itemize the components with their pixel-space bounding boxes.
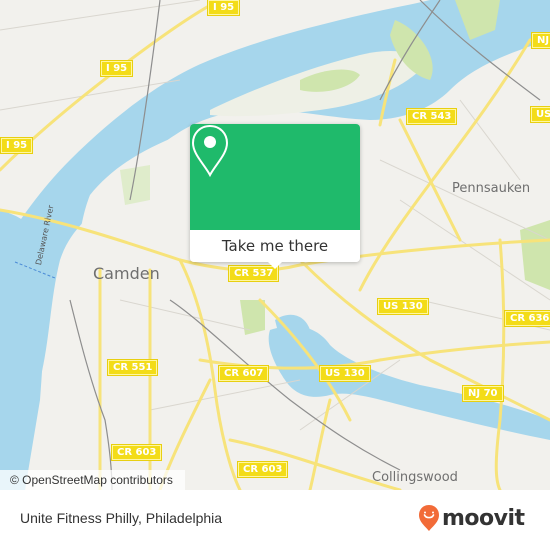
road-shield-cr543: CR 543 xyxy=(407,109,457,124)
road-shield-i95: I 95 xyxy=(208,0,240,15)
road-shield-us: US xyxy=(531,107,550,122)
road-shield-us130: US 130 xyxy=(378,299,428,314)
road-shield-us130: US 130 xyxy=(320,366,370,381)
place-label-camden: Camden xyxy=(93,264,160,283)
park xyxy=(520,220,550,290)
road-shield-nj: NJ xyxy=(532,33,550,48)
park xyxy=(240,300,265,335)
map-canvas[interactable]: I 95 I 95 I 95 CR 543 CR 537 US 130 US 1… xyxy=(0,0,550,490)
road-shield-i95: I 95 xyxy=(101,61,133,76)
road-shield-nj70: NJ 70 xyxy=(463,386,503,401)
popup-header xyxy=(190,124,360,230)
map-attribution[interactable]: © OpenStreetMap contributors xyxy=(0,470,185,490)
moovit-pin-icon xyxy=(419,505,439,531)
moovit-wordmark: moovit xyxy=(442,505,525,531)
road-shield-cr551: CR 551 xyxy=(108,360,158,375)
road-shield-cr636: CR 636 xyxy=(505,311,550,326)
road-shield-i95: I 95 xyxy=(1,138,33,153)
location-title: Unite Fitness Philly, Philadelphia xyxy=(20,510,223,526)
take-me-there-popup[interactable]: Take me there xyxy=(190,124,360,269)
road-shield-cr607: CR 607 xyxy=(219,366,269,381)
road-shield-cr603: CR 603 xyxy=(112,445,162,460)
place-label-collingswood: Collingswood xyxy=(372,470,458,485)
map-pin-icon xyxy=(191,124,229,178)
popup-tail xyxy=(267,261,283,269)
footer: Unite Fitness Philly, Philadelphia moovi… xyxy=(0,490,550,550)
moovit-logo[interactable]: moovit xyxy=(418,504,525,532)
take-me-there-button[interactable]: Take me there xyxy=(190,230,360,262)
place-label-pennsauken: Pennsauken xyxy=(452,181,531,196)
road-shield-cr603: CR 603 xyxy=(238,462,288,477)
